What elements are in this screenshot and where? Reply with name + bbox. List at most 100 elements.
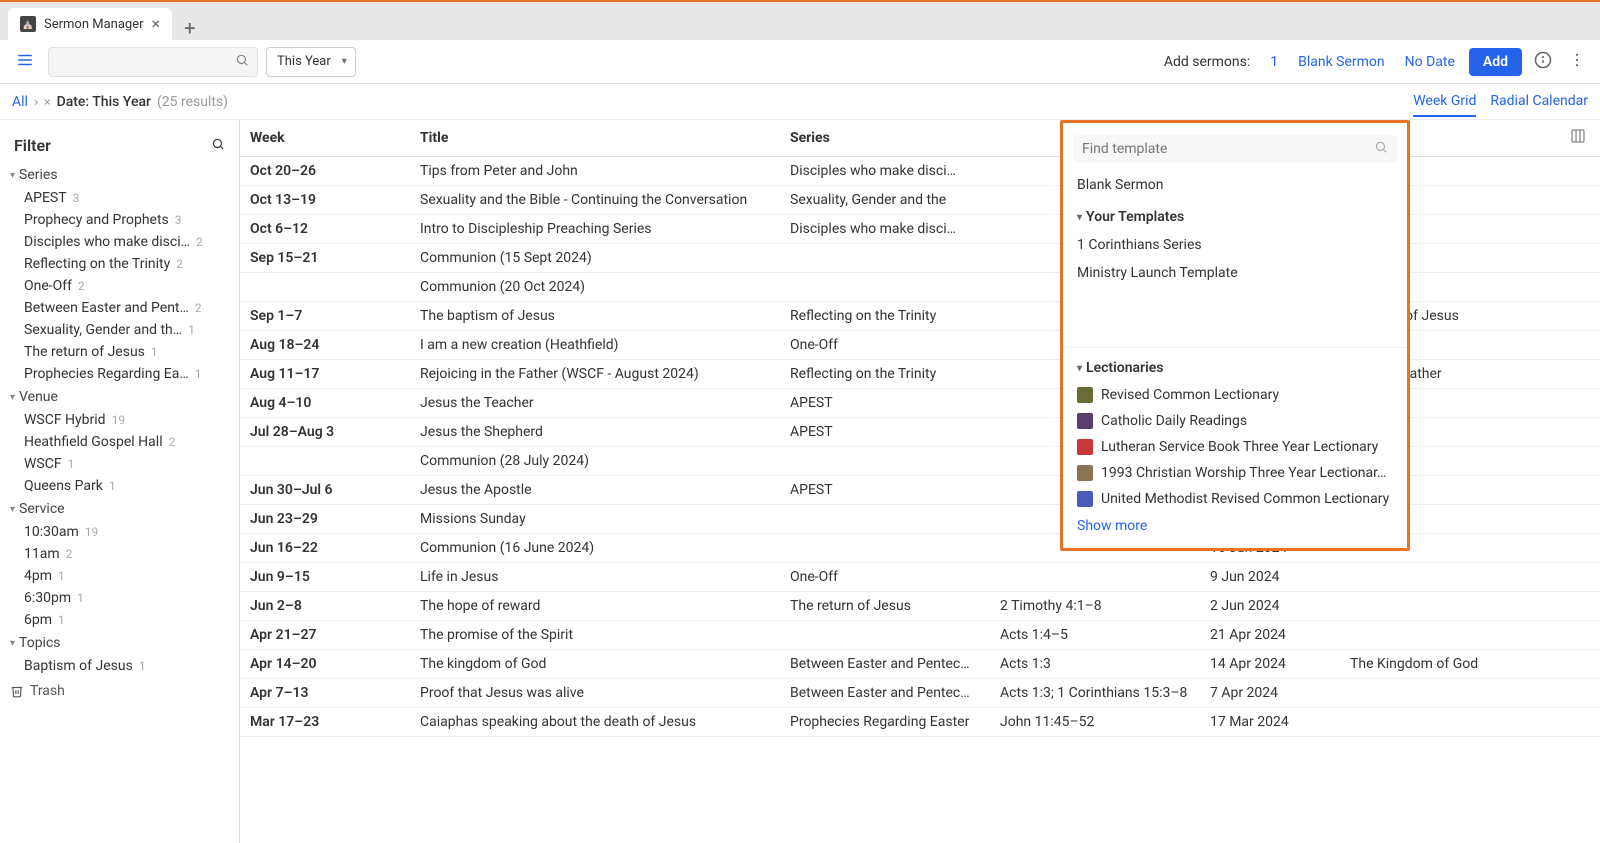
filter-item[interactable]: Prophecies Regarding Ea…1 bbox=[0, 363, 239, 385]
breadcrumb-count: (25 results) bbox=[157, 94, 228, 110]
cell-series bbox=[780, 273, 990, 302]
lectionary-swatch bbox=[1077, 491, 1093, 507]
cell-week: Apr 21–27 bbox=[240, 621, 410, 650]
template-item[interactable]: Ministry Launch Template bbox=[1063, 259, 1407, 287]
cell-week: Jun 30–Jul 6 bbox=[240, 476, 410, 505]
template-item[interactable]: 1 Corinthians Series bbox=[1063, 231, 1407, 259]
browser-tab[interactable]: ⛪ Sermon Manager × bbox=[8, 8, 172, 40]
filter-group-venue[interactable]: ▾Venue bbox=[0, 385, 239, 409]
lectionary-item[interactable]: 1993 Christian Worship Three Year Lectio… bbox=[1063, 460, 1407, 486]
template-popover: Blank Sermon ▾ Your Templates 1 Corinthi… bbox=[1060, 120, 1410, 551]
toolbar: This Year Add sermons: 1 Blank Sermon No… bbox=[0, 40, 1600, 84]
menu-button[interactable] bbox=[10, 45, 40, 79]
content-area: WeekTitleSeriesTopics Oct 20–26Tips from… bbox=[240, 120, 1600, 843]
table-row[interactable]: Apr 21–27The promise of the SpiritActs 1… bbox=[240, 621, 1600, 650]
chevron-down-icon: ▾ bbox=[10, 170, 15, 181]
filter-item[interactable]: Reflecting on the Trinity2 bbox=[0, 253, 239, 275]
table-row[interactable]: Jun 9–15Life in JesusOne-Off9 Jun 2024 bbox=[240, 563, 1600, 592]
add-sermons-label: Add sermons: bbox=[1164, 54, 1250, 70]
filter-item[interactable]: 11am2 bbox=[0, 543, 239, 565]
tab-title: Sermon Manager bbox=[44, 17, 144, 32]
close-icon[interactable]: × bbox=[152, 16, 161, 32]
chevron-down-icon: ▾ bbox=[10, 504, 15, 515]
cell-title: Missions Sunday bbox=[410, 505, 780, 534]
cell-series: Sexuality, Gender and the bbox=[780, 186, 990, 215]
lectionary-item[interactable]: United Methodist Revised Common Lectiona… bbox=[1063, 486, 1407, 512]
table-row[interactable]: Mar 17–23Caiaphas speaking about the dea… bbox=[240, 708, 1600, 737]
filter-group-service[interactable]: ▾Service bbox=[0, 497, 239, 521]
trash-label: Trash bbox=[30, 683, 65, 699]
lectionary-item[interactable]: Catholic Daily Readings bbox=[1063, 408, 1407, 434]
filter-item[interactable]: Prophecy and Prophets3 bbox=[0, 209, 239, 231]
new-tab-button[interactable]: + bbox=[184, 16, 195, 40]
cell-date: 17 Mar 2024 bbox=[1200, 708, 1340, 737]
breadcrumb-all[interactable]: All bbox=[12, 94, 28, 110]
lectionary-swatch bbox=[1077, 439, 1093, 455]
filter-item[interactable]: Baptism of Jesus1 bbox=[0, 655, 239, 677]
breadcrumb-date: Date: This Year bbox=[57, 94, 151, 110]
cell-title: Communion (28 July 2024) bbox=[410, 447, 780, 476]
column-header[interactable]: Series bbox=[780, 120, 990, 157]
search-icon[interactable] bbox=[211, 137, 225, 155]
filter-item[interactable]: Between Easter and Pent…2 bbox=[0, 297, 239, 319]
tab-week-grid[interactable]: Week Grid bbox=[1413, 87, 1476, 117]
filter-item[interactable]: One-Off2 bbox=[0, 275, 239, 297]
cell-series: Prophecies Regarding Easter bbox=[780, 708, 990, 737]
table-row[interactable]: Apr 7–13Proof that Jesus was aliveBetwee… bbox=[240, 679, 1600, 708]
columns-icon[interactable] bbox=[1570, 132, 1586, 148]
year-filter-select[interactable]: This Year bbox=[266, 47, 356, 77]
filter-item[interactable]: APEST3 bbox=[0, 187, 239, 209]
trash-icon bbox=[10, 684, 24, 698]
filter-item[interactable]: Heathfield Gospel Hall2 bbox=[0, 431, 239, 453]
cell-week: Jul 28–Aug 3 bbox=[240, 418, 410, 447]
cell-title: I am a new creation (Heathfield) bbox=[410, 331, 780, 360]
blank-sermon-link[interactable]: Blank Sermon bbox=[1292, 50, 1391, 74]
template-search-input[interactable] bbox=[1082, 141, 1374, 157]
cell-series: APEST bbox=[780, 476, 990, 505]
filter-item[interactable]: Disciples who make disci…2 bbox=[0, 231, 239, 253]
filter-item[interactable]: Sexuality, Gender and th…1 bbox=[0, 319, 239, 341]
filter-item[interactable]: WSCF Hybrid19 bbox=[0, 409, 239, 431]
cell-week: Apr 7–13 bbox=[240, 679, 410, 708]
cell-title: The hope of reward bbox=[410, 592, 780, 621]
filter-item[interactable]: 6pm1 bbox=[0, 609, 239, 631]
template-search[interactable] bbox=[1073, 135, 1397, 163]
column-header[interactable]: Title bbox=[410, 120, 780, 157]
chevron-down-icon: ▾ bbox=[1077, 363, 1082, 374]
no-date-link[interactable]: No Date bbox=[1399, 50, 1461, 74]
cell-date: 7 Apr 2024 bbox=[1200, 679, 1340, 708]
add-button[interactable]: Add bbox=[1469, 48, 1522, 76]
cell-week: Jun 2–8 bbox=[240, 592, 410, 621]
cell-week bbox=[240, 447, 410, 476]
trash-link[interactable]: Trash bbox=[0, 677, 239, 705]
cell-week: Jun 23–29 bbox=[240, 505, 410, 534]
cell-series bbox=[780, 534, 990, 563]
more-icon[interactable] bbox=[1564, 47, 1590, 77]
info-icon[interactable] bbox=[1530, 47, 1556, 77]
filter-item[interactable]: Queens Park1 bbox=[0, 475, 239, 497]
cell-series: Reflecting on the Trinity bbox=[780, 302, 990, 331]
template-blank-sermon[interactable]: Blank Sermon bbox=[1063, 171, 1407, 199]
search-input[interactable] bbox=[57, 54, 235, 69]
table-row[interactable]: Jun 2–8The hope of rewardThe return of J… bbox=[240, 592, 1600, 621]
table-row[interactable]: Apr 14–20The kingdom of GodBetween Easte… bbox=[240, 650, 1600, 679]
show-more-link[interactable]: Show more bbox=[1063, 512, 1407, 540]
cell-passage: 2 Timothy 4:1–8 bbox=[990, 592, 1200, 621]
filter-group-series[interactable]: ▾Series bbox=[0, 163, 239, 187]
column-header[interactable]: Week bbox=[240, 120, 410, 157]
filter-item[interactable]: 6:30pm1 bbox=[0, 587, 239, 609]
filter-item[interactable]: The return of Jesus1 bbox=[0, 341, 239, 363]
cell-title: The promise of the Spirit bbox=[410, 621, 780, 650]
lectionary-item[interactable]: Revised Common Lectionary bbox=[1063, 382, 1407, 408]
filter-item[interactable]: WSCF1 bbox=[0, 453, 239, 475]
remove-filter-icon[interactable]: × bbox=[44, 95, 50, 109]
tab-radial-calendar[interactable]: Radial Calendar bbox=[1490, 87, 1588, 117]
filter-item[interactable]: 4pm1 bbox=[0, 565, 239, 587]
cell-topics bbox=[1340, 563, 1560, 592]
filter-group-topics[interactable]: ▾Topics bbox=[0, 631, 239, 655]
section-your-templates[interactable]: ▾ Your Templates bbox=[1063, 203, 1407, 231]
lectionary-item[interactable]: Lutheran Service Book Three Year Lection… bbox=[1063, 434, 1407, 460]
global-search[interactable] bbox=[48, 47, 258, 77]
filter-item[interactable]: 10:30am19 bbox=[0, 521, 239, 543]
section-lectionaries[interactable]: ▾ Lectionaries bbox=[1063, 354, 1407, 382]
